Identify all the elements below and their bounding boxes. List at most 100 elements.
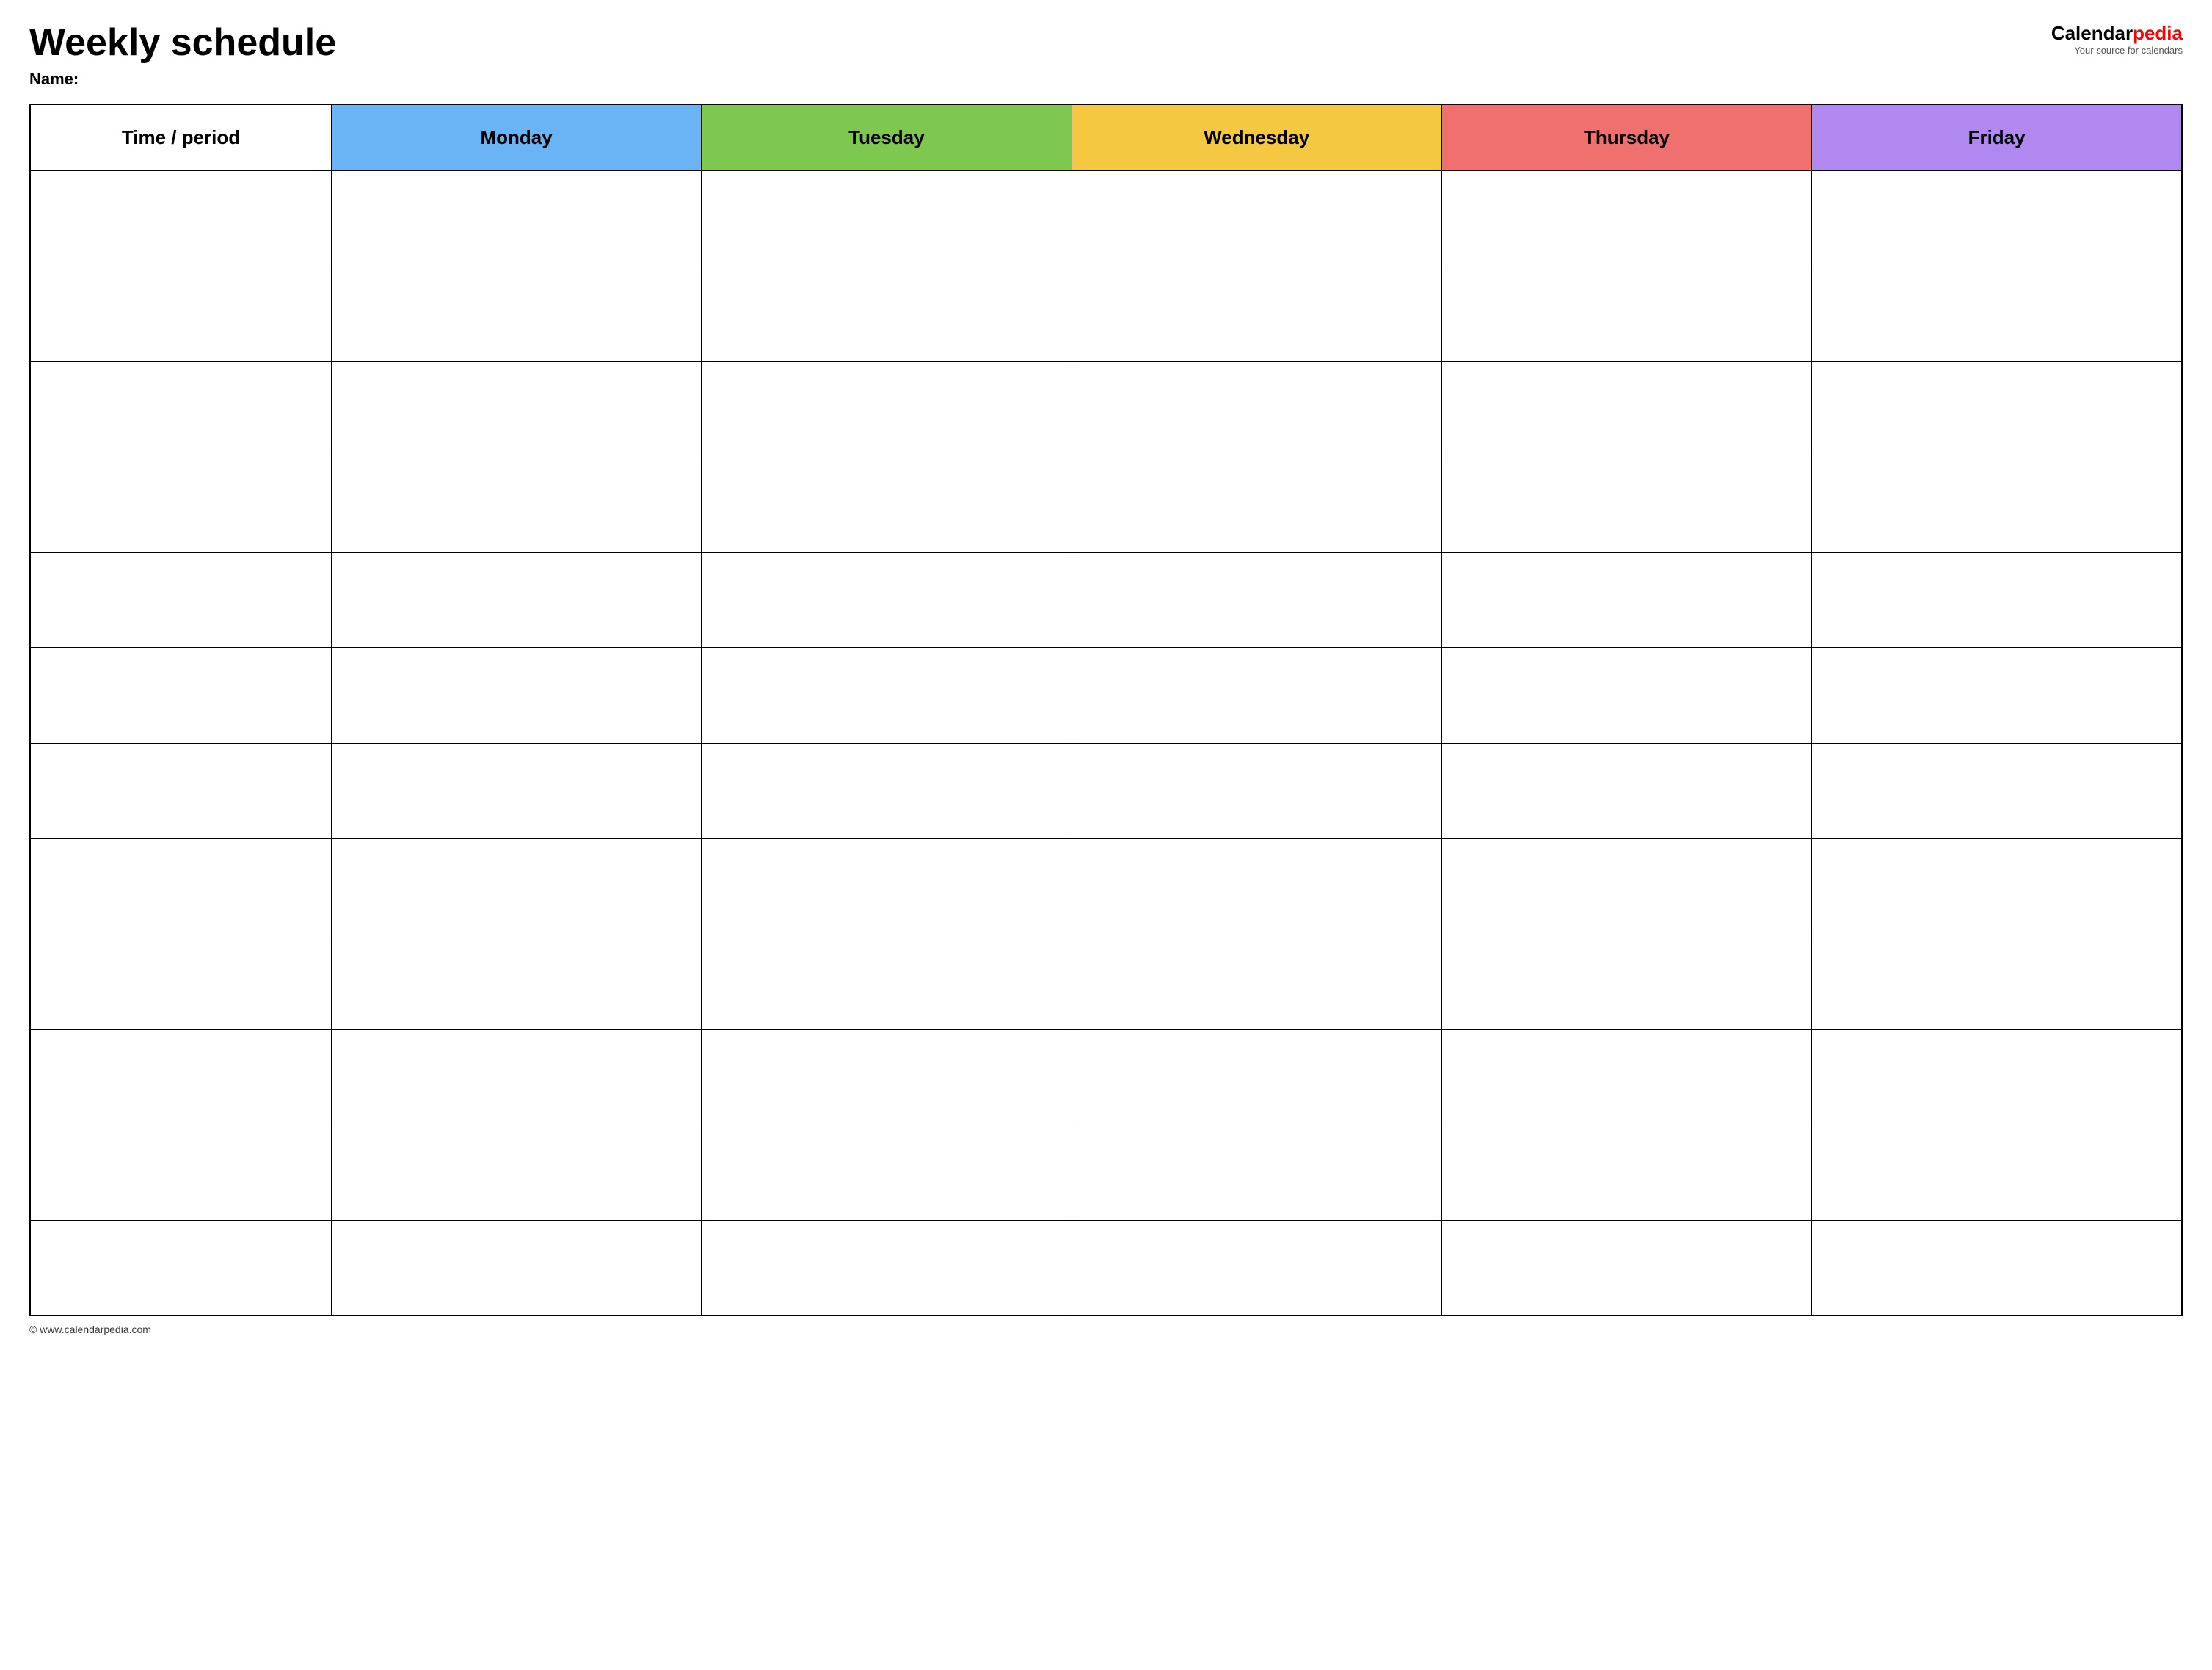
schedule-cell[interactable] [702, 361, 1072, 457]
col-header-monday: Monday [331, 104, 701, 170]
schedule-cell[interactable] [1072, 838, 1441, 934]
header-row: Time / period Monday Tuesday Wednesday T… [30, 104, 2182, 170]
col-header-friday: Friday [1812, 104, 2182, 170]
table-row [30, 170, 2182, 266]
schedule-cell[interactable] [1441, 266, 1811, 361]
schedule-cell[interactable] [1441, 457, 1811, 552]
schedule-cell[interactable] [702, 266, 1072, 361]
schedule-cell[interactable] [702, 552, 1072, 647]
schedule-cell[interactable] [1441, 1125, 1811, 1220]
schedule-cell[interactable] [331, 838, 701, 934]
footer: © www.calendarpedia.com [29, 1324, 2183, 1335]
schedule-cell[interactable] [1812, 743, 2182, 838]
schedule-cell[interactable] [331, 1220, 701, 1315]
copyright-text: © www.calendarpedia.com [29, 1324, 151, 1335]
table-row [30, 361, 2182, 457]
schedule-cell[interactable] [1072, 647, 1441, 743]
schedule-cell[interactable] [1072, 1029, 1441, 1125]
schedule-cell[interactable] [702, 457, 1072, 552]
schedule-cell[interactable] [1072, 934, 1441, 1029]
col-header-tuesday: Tuesday [702, 104, 1072, 170]
schedule-cell[interactable] [1812, 361, 2182, 457]
schedule-body [30, 170, 2182, 1315]
schedule-cell[interactable] [702, 838, 1072, 934]
schedule-cell[interactable] [702, 743, 1072, 838]
logo-tagline: Your source for calendars [2074, 45, 2183, 56]
schedule-cell[interactable] [702, 1220, 1072, 1315]
schedule-cell[interactable] [702, 1029, 1072, 1125]
schedule-cell[interactable] [331, 1029, 701, 1125]
schedule-cell[interactable] [1072, 1220, 1441, 1315]
logo-text: Calendarpedia [2051, 22, 2183, 45]
schedule-cell[interactable] [1812, 266, 2182, 361]
table-row [30, 647, 2182, 743]
table-row [30, 266, 2182, 361]
time-cell[interactable] [30, 457, 331, 552]
time-cell[interactable] [30, 266, 331, 361]
schedule-cell[interactable] [331, 457, 701, 552]
schedule-cell[interactable] [1072, 266, 1441, 361]
schedule-cell[interactable] [1072, 743, 1441, 838]
schedule-cell[interactable] [1072, 361, 1441, 457]
time-cell[interactable] [30, 552, 331, 647]
col-header-time: Time / period [30, 104, 331, 170]
schedule-cell[interactable] [1812, 170, 2182, 266]
schedule-cell[interactable] [1072, 552, 1441, 647]
time-cell[interactable] [30, 361, 331, 457]
schedule-cell[interactable] [331, 743, 701, 838]
schedule-cell[interactable] [1072, 170, 1441, 266]
schedule-cell[interactable] [331, 934, 701, 1029]
schedule-cell[interactable] [1812, 552, 2182, 647]
schedule-cell[interactable] [702, 934, 1072, 1029]
time-cell[interactable] [30, 838, 331, 934]
schedule-cell[interactable] [1441, 1220, 1811, 1315]
schedule-cell[interactable] [331, 266, 701, 361]
schedule-cell[interactable] [1812, 1220, 2182, 1315]
schedule-cell[interactable] [1441, 170, 1811, 266]
schedule-cell[interactable] [1441, 934, 1811, 1029]
table-row [30, 743, 2182, 838]
schedule-cell[interactable] [1441, 838, 1811, 934]
schedule-cell[interactable] [1441, 552, 1811, 647]
schedule-cell[interactable] [1441, 1029, 1811, 1125]
schedule-cell[interactable] [1812, 647, 2182, 743]
title-section: Weekly schedule Name: [29, 22, 336, 89]
schedule-cell[interactable] [1812, 1029, 2182, 1125]
table-row [30, 838, 2182, 934]
schedule-cell[interactable] [331, 170, 701, 266]
schedule-cell[interactable] [1812, 1125, 2182, 1220]
table-row [30, 934, 2182, 1029]
schedule-cell[interactable] [331, 1125, 701, 1220]
schedule-cell[interactable] [1072, 1125, 1441, 1220]
time-cell[interactable] [30, 170, 331, 266]
schedule-cell[interactable] [1441, 647, 1811, 743]
schedule-cell[interactable] [1441, 361, 1811, 457]
col-header-wednesday: Wednesday [1072, 104, 1441, 170]
schedule-cell[interactable] [1812, 838, 2182, 934]
table-row [30, 552, 2182, 647]
time-cell[interactable] [30, 1125, 331, 1220]
schedule-cell[interactable] [331, 647, 701, 743]
schedule-cell[interactable] [702, 170, 1072, 266]
table-row [30, 457, 2182, 552]
schedule-cell[interactable] [1072, 457, 1441, 552]
schedule-cell[interactable] [1812, 934, 2182, 1029]
time-cell[interactable] [30, 1220, 331, 1315]
schedule-cell[interactable] [702, 647, 1072, 743]
schedule-cell[interactable] [1812, 457, 2182, 552]
schedule-table: Time / period Monday Tuesday Wednesday T… [29, 104, 2183, 1316]
table-row [30, 1125, 2182, 1220]
schedule-cell[interactable] [1441, 743, 1811, 838]
logo-calendar: Calendar [2051, 22, 2133, 44]
time-cell[interactable] [30, 743, 331, 838]
time-cell[interactable] [30, 647, 331, 743]
table-row [30, 1220, 2182, 1315]
logo-section: Calendarpedia Your source for calendars [2051, 22, 2183, 56]
time-cell[interactable] [30, 1029, 331, 1125]
col-header-thursday: Thursday [1441, 104, 1811, 170]
schedule-cell[interactable] [702, 1125, 1072, 1220]
time-cell[interactable] [30, 934, 331, 1029]
page-title: Weekly schedule [29, 22, 336, 64]
schedule-cell[interactable] [331, 552, 701, 647]
schedule-cell[interactable] [331, 361, 701, 457]
